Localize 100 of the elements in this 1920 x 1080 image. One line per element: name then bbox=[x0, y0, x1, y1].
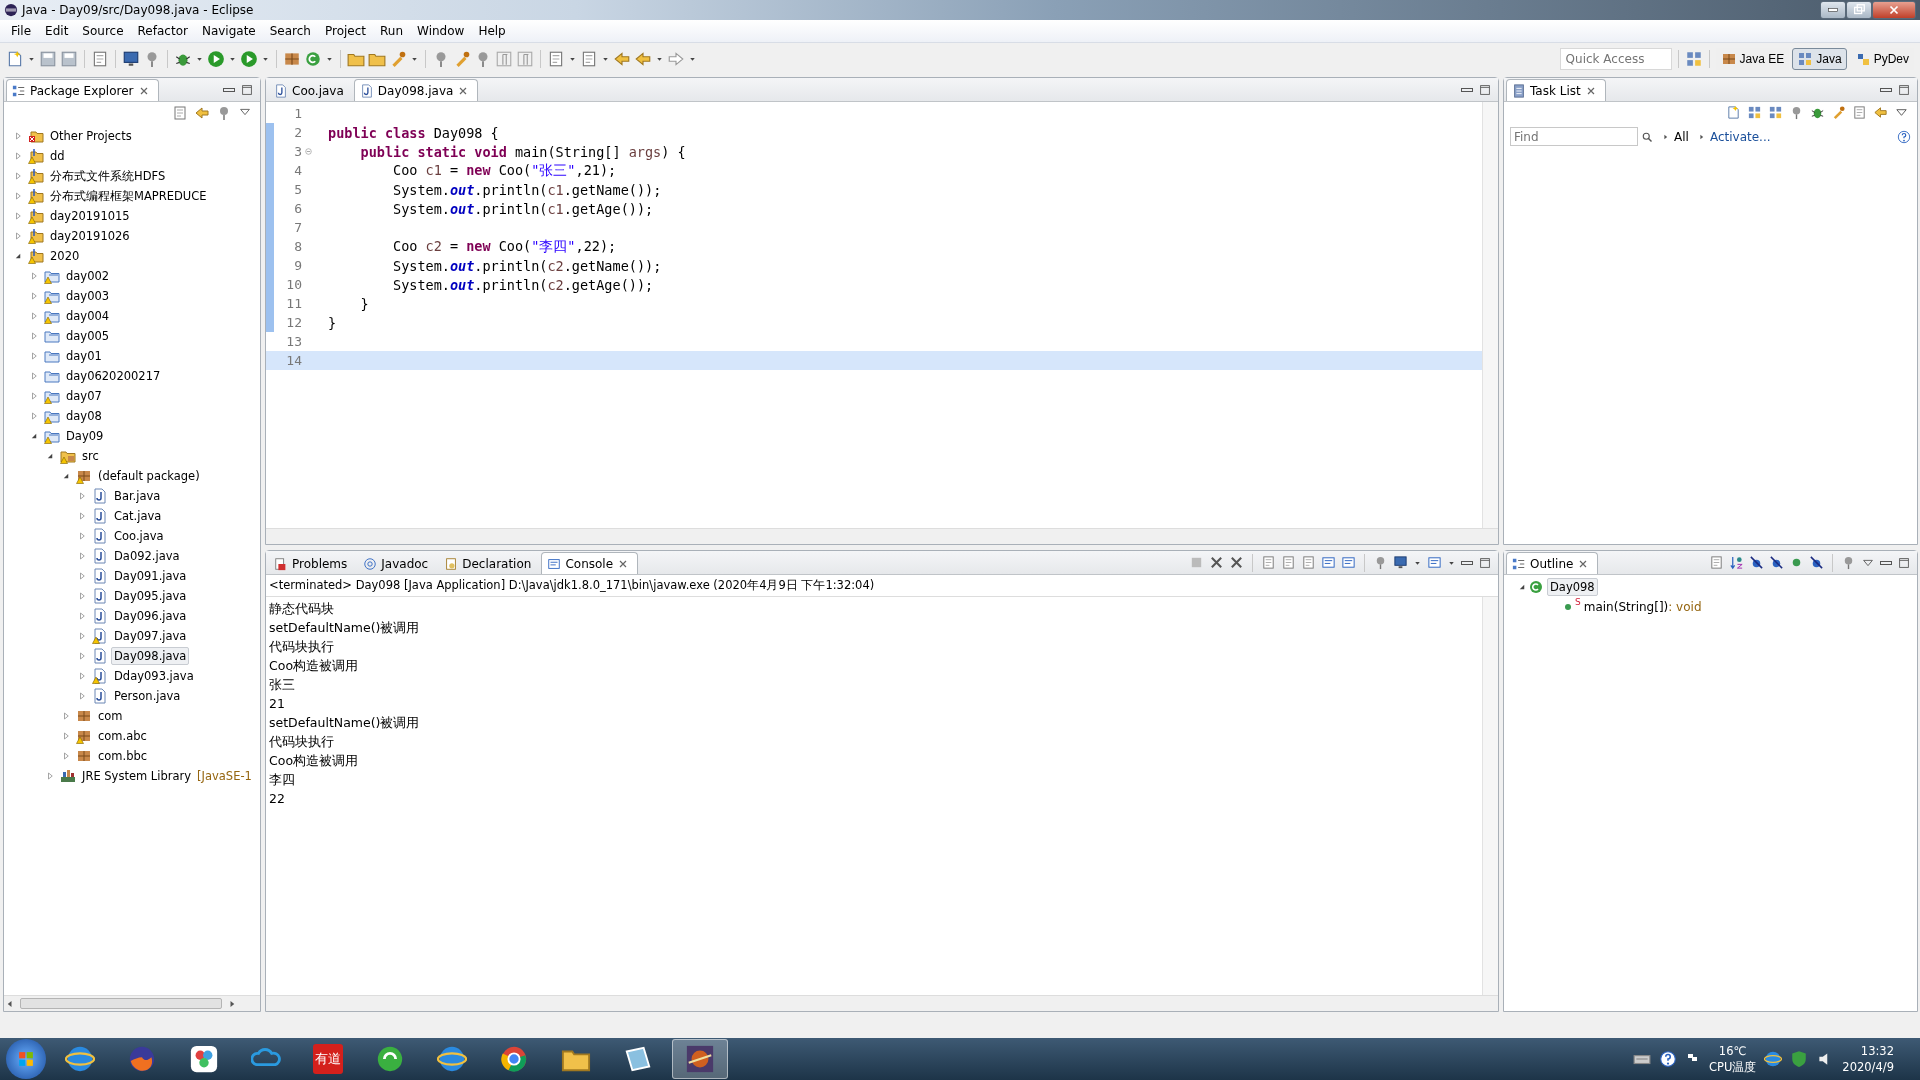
tree-item[interactable]: day0620200217 bbox=[63, 367, 164, 385]
view-tab[interactable]: Day098.java bbox=[353, 79, 479, 101]
menu-item[interactable]: Window bbox=[410, 24, 472, 38]
remove-all-icon[interactable] bbox=[1229, 555, 1244, 570]
scrollbar[interactable] bbox=[4, 995, 260, 1011]
menu-item[interactable]: Navigate bbox=[194, 24, 263, 38]
perspective-button[interactable]: Java bbox=[1792, 48, 1847, 70]
tree-item[interactable]: Dday093.java bbox=[111, 667, 197, 685]
maximize-icon[interactable] bbox=[1478, 82, 1492, 97]
menu-item[interactable]: Edit bbox=[38, 24, 76, 38]
tree-item[interactable]: com.abc bbox=[95, 727, 150, 745]
menu-item[interactable]: Refactor bbox=[130, 24, 195, 38]
tree-item[interactable]: Day091.java bbox=[111, 567, 190, 585]
tree-item[interactable]: (default package) bbox=[95, 467, 203, 485]
close-button[interactable] bbox=[1872, 1, 1916, 19]
view-tab[interactable]: Outline bbox=[1506, 552, 1599, 574]
tree-item[interactable]: day005 bbox=[63, 327, 113, 345]
tree-item[interactable]: day20191015 bbox=[47, 207, 133, 225]
menu-item[interactable]: Source bbox=[75, 24, 131, 38]
tree-item[interactable]: day003 bbox=[63, 287, 113, 305]
scrollbar[interactable] bbox=[1482, 597, 1498, 995]
outline-item[interactable]: Day098 bbox=[1547, 578, 1598, 596]
minimize-icon[interactable] bbox=[1461, 87, 1473, 92]
tree-item[interactable]: Day098.java bbox=[111, 647, 190, 665]
link[interactable]: All bbox=[1661, 129, 1689, 144]
tree-item[interactable]: com.bbc bbox=[95, 747, 151, 765]
maximize-icon[interactable] bbox=[1478, 555, 1492, 570]
tree-item[interactable]: day20191026 bbox=[47, 227, 133, 245]
tree-item[interactable]: day08 bbox=[63, 407, 105, 425]
view-tab[interactable]: Package Explorer bbox=[6, 79, 159, 101]
taskbar-button[interactable]: 有道 bbox=[300, 1039, 356, 1079]
taskbar-button[interactable] bbox=[672, 1039, 728, 1079]
document-icon[interactable] bbox=[547, 50, 565, 68]
menu-item[interactable]: Run bbox=[373, 24, 411, 38]
tree-item[interactable]: 2020 bbox=[47, 247, 83, 265]
hide-fields-icon[interactable] bbox=[1749, 555, 1764, 570]
view-tab[interactable]: Javadoc bbox=[357, 552, 438, 574]
tree-item[interactable]: 分布式文件系统HDFS bbox=[47, 166, 169, 186]
tree-item[interactable]: day01 bbox=[63, 347, 105, 365]
view-tab[interactable]: Task List bbox=[1506, 79, 1606, 101]
run-icon[interactable] bbox=[207, 50, 225, 68]
console-icon[interactable] bbox=[1321, 555, 1336, 570]
tree-item[interactable]: day002 bbox=[63, 267, 113, 285]
scrollbar[interactable] bbox=[1482, 102, 1498, 528]
paragraph-icon[interactable] bbox=[516, 50, 534, 68]
scrollbar[interactable] bbox=[266, 528, 1498, 544]
view-tab[interactable]: Problems bbox=[268, 552, 357, 574]
shield-icon[interactable] bbox=[1790, 1050, 1809, 1068]
maximize-button[interactable] bbox=[1846, 1, 1872, 19]
menu-item[interactable]: Help bbox=[471, 24, 513, 38]
new-file-icon[interactable] bbox=[6, 50, 24, 68]
document-icon[interactable] bbox=[495, 50, 513, 68]
start-button[interactable] bbox=[6, 1039, 46, 1079]
minimize-icon[interactable] bbox=[223, 87, 235, 92]
package-icon[interactable] bbox=[283, 50, 301, 68]
monitor-icon[interactable] bbox=[1393, 555, 1408, 570]
run-tool-icon[interactable] bbox=[240, 50, 258, 68]
console-icon[interactable] bbox=[1341, 555, 1356, 570]
sort-icon[interactable] bbox=[1729, 555, 1744, 570]
menu-item[interactable]: File bbox=[4, 24, 39, 38]
tree-item[interactable]: JRE System Library bbox=[79, 767, 195, 785]
tree-item[interactable]: com bbox=[95, 707, 126, 725]
tree-item[interactable]: Day095.java bbox=[111, 587, 190, 605]
document-icon[interactable] bbox=[580, 50, 598, 68]
maximize-icon[interactable] bbox=[1897, 82, 1911, 97]
menu-item[interactable]: Search bbox=[262, 24, 318, 38]
minimize-icon[interactable] bbox=[1461, 560, 1473, 565]
remove-icon[interactable] bbox=[1209, 555, 1224, 570]
view-tab[interactable]: Declaration bbox=[438, 552, 541, 574]
tree-item[interactable]: Day09 bbox=[63, 427, 107, 445]
tree-item[interactable]: Day096.java bbox=[111, 607, 190, 625]
network-icon[interactable] bbox=[1764, 1050, 1783, 1068]
minimize-button[interactable] bbox=[1820, 1, 1846, 19]
tree-item[interactable]: day07 bbox=[63, 387, 105, 405]
view-tab[interactable]: Coo.java bbox=[268, 79, 353, 101]
quick-access-field[interactable]: Quick Access bbox=[1559, 48, 1672, 70]
monitor-icon[interactable] bbox=[122, 50, 140, 68]
tree-item[interactable]: Da092.java bbox=[111, 547, 183, 565]
minimize-icon[interactable] bbox=[1880, 87, 1892, 92]
tree-item[interactable]: Cat.java bbox=[111, 507, 165, 525]
grid-icon[interactable] bbox=[1747, 105, 1762, 120]
fold-icon[interactable] bbox=[304, 147, 313, 156]
tree-item[interactable]: Other Projects bbox=[47, 127, 135, 145]
open-perspective-icon[interactable] bbox=[1684, 50, 1703, 68]
grid-icon[interactable] bbox=[1768, 105, 1783, 120]
maximize-icon[interactable] bbox=[1897, 555, 1911, 570]
view-tab[interactable]: Console bbox=[541, 552, 639, 574]
tree-item[interactable]: 分布式编程框架MAPREDUCE bbox=[47, 186, 210, 206]
outline-item[interactable]: main(String[]) bbox=[1583, 600, 1669, 614]
scrollbar[interactable] bbox=[266, 995, 1498, 1011]
tree-item[interactable]: Person.java bbox=[111, 687, 184, 705]
hide-static-icon[interactable] bbox=[1769, 555, 1784, 570]
save-all-icon[interactable] bbox=[60, 50, 78, 68]
tree-item[interactable]: Day097.java bbox=[111, 627, 190, 645]
hide-local-icon[interactable] bbox=[1809, 555, 1824, 570]
maximize-icon[interactable] bbox=[240, 82, 254, 97]
find-field[interactable]: Find bbox=[1510, 127, 1638, 146]
menu-item[interactable]: Project bbox=[317, 24, 374, 38]
minimize-icon[interactable] bbox=[1880, 560, 1892, 565]
new-console-icon[interactable] bbox=[1427, 555, 1442, 570]
